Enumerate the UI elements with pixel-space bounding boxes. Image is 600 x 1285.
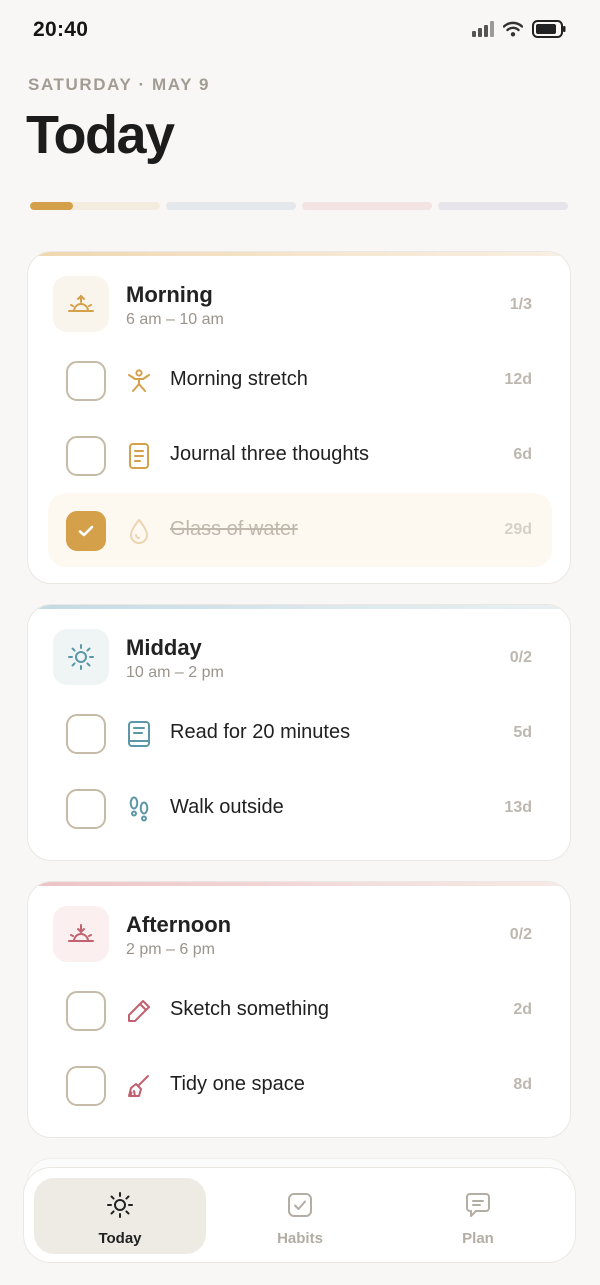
habit-checkbox[interactable] [66,361,106,401]
book-icon [128,721,150,747]
status-time: 20:40 [33,18,89,41]
section-card-morning: Morning 6 am – 10 am 1/3 Morning stretch… [27,251,571,584]
tab-habits[interactable]: Habits [214,1178,386,1254]
sun-icon [68,644,94,670]
stretch-icon [128,369,150,392]
section-time-range: 10 am – 2 pm [126,664,224,681]
habit-row[interactable]: Glass of water 29d [48,493,552,567]
habit-streak: 12d [504,371,532,388]
section-title: Midday [126,635,202,660]
habit-label: Sketch something [170,998,329,1020]
habit-checkbox[interactable] [66,789,106,829]
habit-icon-box [124,367,154,395]
habit-label: Tidy one space [170,1073,305,1095]
battery-icon [532,20,566,38]
habit-icon-box [124,1072,154,1100]
habit-label: Read for 20 minutes [170,721,351,743]
tab-label: Plan [462,1230,494,1247]
habit-label: Glass of water [170,518,298,540]
section-title: Morning [126,282,213,307]
wifi-icon [503,21,523,37]
cellular-signal-icon [472,21,494,37]
progress-segment-afternoon [302,202,432,210]
page-title: Today [26,105,175,165]
footprints-icon [129,796,149,822]
tab-label: Today [98,1230,142,1247]
section-count: 1/3 [509,296,532,313]
habit-streak: 6d [513,446,532,463]
habit-label: Journal three thoughts [170,443,370,465]
section-count: 0/2 [509,649,532,666]
progress-segment-midday [166,202,296,210]
section-card-midday: Midday 10 am – 2 pm 0/2 Read for 20 minu… [27,604,571,861]
tab-today[interactable]: Today [34,1178,206,1254]
status-icons [472,20,566,38]
section-icon-box [53,629,109,685]
sun-icon [107,1192,133,1218]
tab-plan[interactable]: Plan [392,1178,564,1254]
habit-checkbox[interactable] [66,991,106,1031]
pencil-icon [128,1000,150,1022]
habit-icon-box [124,720,154,748]
habit-row[interactable]: Journal three thoughts 6d [48,418,552,492]
habit-label: Morning stretch [170,368,308,390]
checkbox-icon [288,1193,312,1217]
section-accent [28,882,570,886]
habit-streak: 13d [504,799,532,816]
habit-row[interactable]: Sketch something 2d [48,973,552,1047]
habit-icon-box [124,795,154,823]
broom-icon [128,1075,149,1097]
journal-icon [129,443,149,469]
section-card-afternoon: Afternoon 2 pm – 6 pm 0/2 Sketch somethi… [27,881,571,1138]
habit-icon-box [124,997,154,1025]
habit-row[interactable]: Morning stretch 12d [48,343,552,417]
status-bar: 20:40 [0,0,600,60]
section-icon-box [53,276,109,332]
section-title: Afternoon [126,912,232,937]
progress-segment-morning [30,202,160,210]
progress-segment-evening [438,202,568,210]
habit-row[interactable]: Read for 20 minutes 5d [48,696,552,770]
sunrise-icon [68,294,94,312]
habit-icon-box [124,442,154,470]
habit-streak: 2d [513,1001,532,1018]
habit-icon-box [124,517,154,545]
habit-checkbox[interactable] [66,1066,106,1106]
chat-icon [466,1193,490,1217]
sunset-icon [68,924,94,942]
day-progress [30,202,568,210]
section-accent [28,605,570,609]
section-icon-box [53,906,109,962]
section-time-range: 6 am – 10 am [126,311,224,328]
section-count: 0/2 [509,926,532,943]
habit-label: Walk outside [170,796,284,818]
habit-row[interactable]: Tidy one space 8d [48,1048,552,1122]
habit-streak: 5d [513,724,532,741]
habit-streak: 8d [513,1076,532,1093]
habit-checkbox[interactable] [66,436,106,476]
section-time-range: 2 pm – 6 pm [126,941,215,958]
date-label: SATURDAY · MAY 9 [28,75,211,94]
tab-label: Habits [277,1230,323,1247]
habit-checkbox[interactable] [66,511,106,551]
section-accent [28,252,570,256]
habit-streak: 29d [504,521,532,538]
tab-bar: Today Habits Plan [23,1167,576,1263]
water-drop-icon [130,519,148,544]
habit-row[interactable]: Walk outside 13d [48,771,552,845]
check-icon [78,525,94,537]
habit-checkbox[interactable] [66,714,106,754]
